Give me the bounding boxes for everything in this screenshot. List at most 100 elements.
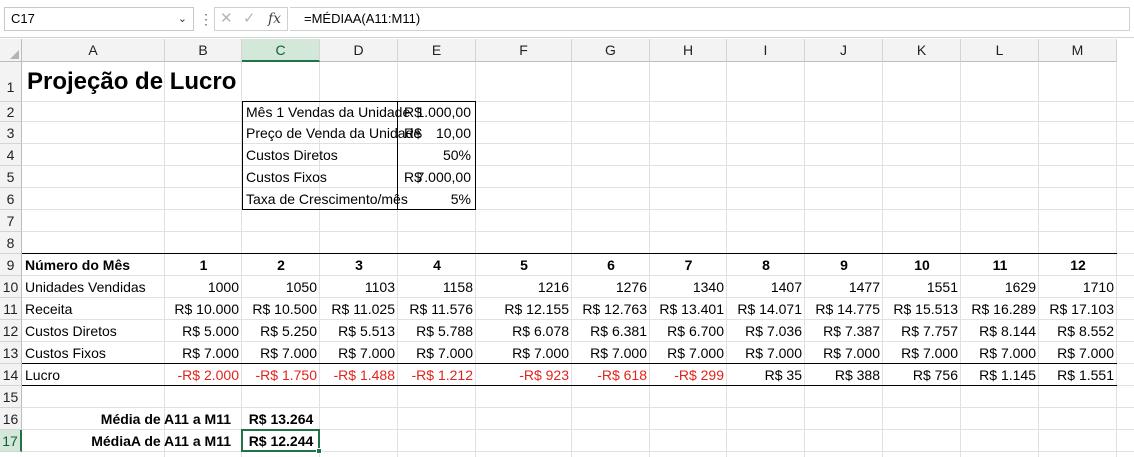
column-header-l[interactable]: L — [961, 39, 1039, 62]
table-cell[interactable]: R$ 7.000 — [727, 342, 805, 364]
table-cell[interactable]: -R$ 1.750 — [242, 364, 320, 386]
row-header-2[interactable]: 2 — [0, 102, 22, 122]
table-cell[interactable]: R$ 7.000 — [805, 342, 883, 364]
table-cell[interactable]: R$ 7.000 — [165, 342, 242, 364]
table-cell[interactable]: -R$ 2.000 — [165, 364, 242, 386]
table-cell[interactable]: -R$ 618 — [572, 364, 650, 386]
select-all-button[interactable] — [0, 39, 22, 62]
table-cell[interactable]: 1158 — [398, 276, 476, 298]
row-header-10[interactable]: 10 — [0, 276, 22, 298]
row-header-14[interactable]: 14 — [0, 364, 22, 386]
table-cell[interactable]: R$ 12.155 — [476, 298, 572, 320]
table-cell[interactable]: R$ 5.250 — [242, 320, 320, 342]
table-cell[interactable]: R$ 11.576 — [398, 298, 476, 320]
summary-label[interactable]: MédiaA de A11 a M11 — [22, 430, 234, 452]
column-header-m[interactable]: M — [1039, 39, 1117, 62]
column-header-i[interactable]: I — [727, 39, 805, 62]
column-header-d[interactable]: D — [320, 39, 398, 62]
table-cell[interactable]: R$ 388 — [805, 364, 883, 386]
table-cell[interactable]: R$ 7.000 — [320, 342, 398, 364]
column-header-g[interactable]: G — [572, 39, 650, 62]
column-header-a[interactable]: A — [22, 39, 165, 62]
formula-input[interactable]: =MÉDIAA(A11:M11) — [290, 7, 1130, 31]
column-header-e[interactable]: E — [398, 39, 476, 62]
column-header-b[interactable]: B — [165, 39, 242, 62]
table-cell[interactable]: 1340 — [650, 276, 727, 298]
table-cell[interactable]: R$ 7.000 — [398, 342, 476, 364]
row-header-16[interactable]: 16 — [0, 408, 22, 430]
table-cell[interactable]: -R$ 1.212 — [398, 364, 476, 386]
table-cell[interactable]: R$ 14.071 — [727, 298, 805, 320]
table-cell[interactable]: R$ 8.552 — [1039, 320, 1117, 342]
table-cell[interactable]: R$ 756 — [883, 364, 961, 386]
table-cell[interactable]: -R$ 923 — [476, 364, 572, 386]
table-cell[interactable]: R$ 6.078 — [476, 320, 572, 342]
table-row-label[interactable]: Unidades Vendidas — [22, 276, 165, 298]
table-cell[interactable]: -R$ 1.488 — [320, 364, 398, 386]
table-cell[interactable]: R$ 7.000 — [572, 342, 650, 364]
table-cell[interactable]: R$ 11.025 — [320, 298, 398, 320]
column-header-f[interactable]: F — [476, 39, 572, 62]
table-cell[interactable]: R$ 5.000 — [165, 320, 242, 342]
column-header-c[interactable]: C — [242, 39, 320, 62]
summary-label[interactable]: Média de A11 a M11 — [22, 408, 234, 430]
table-cell[interactable]: R$ 5.513 — [320, 320, 398, 342]
table-cell[interactable]: R$ 7.000 — [650, 342, 727, 364]
name-box[interactable]: C17 ⌄ — [4, 7, 194, 31]
table-cell[interactable]: R$ 7.000 — [1039, 342, 1117, 364]
row-header-8[interactable]: 8 — [0, 232, 22, 254]
table-cell[interactable]: 1050 — [242, 276, 320, 298]
table-cell[interactable]: 1477 — [805, 276, 883, 298]
table-cell[interactable]: -R$ 299 — [650, 364, 727, 386]
column-header-k[interactable]: K — [883, 39, 961, 62]
table-cell[interactable]: 1216 — [476, 276, 572, 298]
table-cell[interactable]: R$ 1.551 — [1039, 364, 1117, 386]
table-cell[interactable]: R$ 10.500 — [242, 298, 320, 320]
table-cell[interactable]: R$ 1.145 — [961, 364, 1039, 386]
table-cell[interactable]: R$ 15.513 — [883, 298, 961, 320]
table-cell[interactable]: 1629 — [961, 276, 1039, 298]
column-header-j[interactable]: J — [805, 39, 883, 62]
table-cell[interactable]: R$ 8.144 — [961, 320, 1039, 342]
chevron-down-icon[interactable]: ⌄ — [178, 8, 187, 30]
table-cell[interactable]: R$ 6.700 — [650, 320, 727, 342]
row-header-6[interactable]: 6 — [0, 188, 22, 210]
table-cell[interactable]: R$ 14.775 — [805, 298, 883, 320]
table-cell[interactable]: R$ 7.387 — [805, 320, 883, 342]
table-cell[interactable]: R$ 10.000 — [165, 298, 242, 320]
row-header-5[interactable]: 5 — [0, 166, 22, 188]
table-cell[interactable]: R$ 7.036 — [727, 320, 805, 342]
row-header-17[interactable]: 17 — [0, 430, 22, 452]
row-header-11[interactable]: 11 — [0, 298, 22, 320]
summary-value[interactable]: R$ 13.264 — [242, 408, 320, 430]
table-cell[interactable]: 1103 — [320, 276, 398, 298]
row-header-7[interactable]: 7 — [0, 210, 22, 232]
table-cell[interactable]: R$ 12.763 — [572, 298, 650, 320]
table-cell[interactable]: R$ 5.788 — [398, 320, 476, 342]
row-header-4[interactable]: 4 — [0, 144, 22, 166]
table-cell[interactable]: 1407 — [727, 276, 805, 298]
table-cell[interactable]: R$ 7.757 — [883, 320, 961, 342]
table-cell[interactable]: 1710 — [1039, 276, 1117, 298]
row-header-1[interactable]: 1 — [0, 62, 22, 102]
table-cell[interactable]: R$ 7.000 — [242, 342, 320, 364]
table-cell[interactable]: R$ 7.000 — [883, 342, 961, 364]
row-header-12[interactable]: 12 — [0, 320, 22, 342]
sheet-title[interactable]: Projeção de Lucro — [24, 62, 424, 102]
cancel-icon[interactable]: ✕ — [220, 9, 233, 29]
table-row-label[interactable]: Lucro — [22, 364, 165, 386]
table-cell[interactable]: 1276 — [572, 276, 650, 298]
table-cell[interactable]: 1551 — [883, 276, 961, 298]
table-cell[interactable]: R$ 7.000 — [961, 342, 1039, 364]
table-cell[interactable]: R$ 7.000 — [476, 342, 572, 364]
fx-icon[interactable]: fx — [268, 9, 281, 29]
row-header-9[interactable]: 9 — [0, 254, 22, 276]
more-icon[interactable]: ⋮ — [199, 8, 213, 30]
table-cell[interactable]: R$ 6.381 — [572, 320, 650, 342]
row-header-13[interactable]: 13 — [0, 342, 22, 364]
column-header-h[interactable]: H — [650, 39, 727, 62]
table-row-label[interactable]: Custos Diretos — [22, 320, 165, 342]
table-cell[interactable]: 1000 — [165, 276, 242, 298]
table-cell[interactable]: R$ 17.103 — [1039, 298, 1117, 320]
row-header-3[interactable]: 3 — [0, 122, 22, 144]
